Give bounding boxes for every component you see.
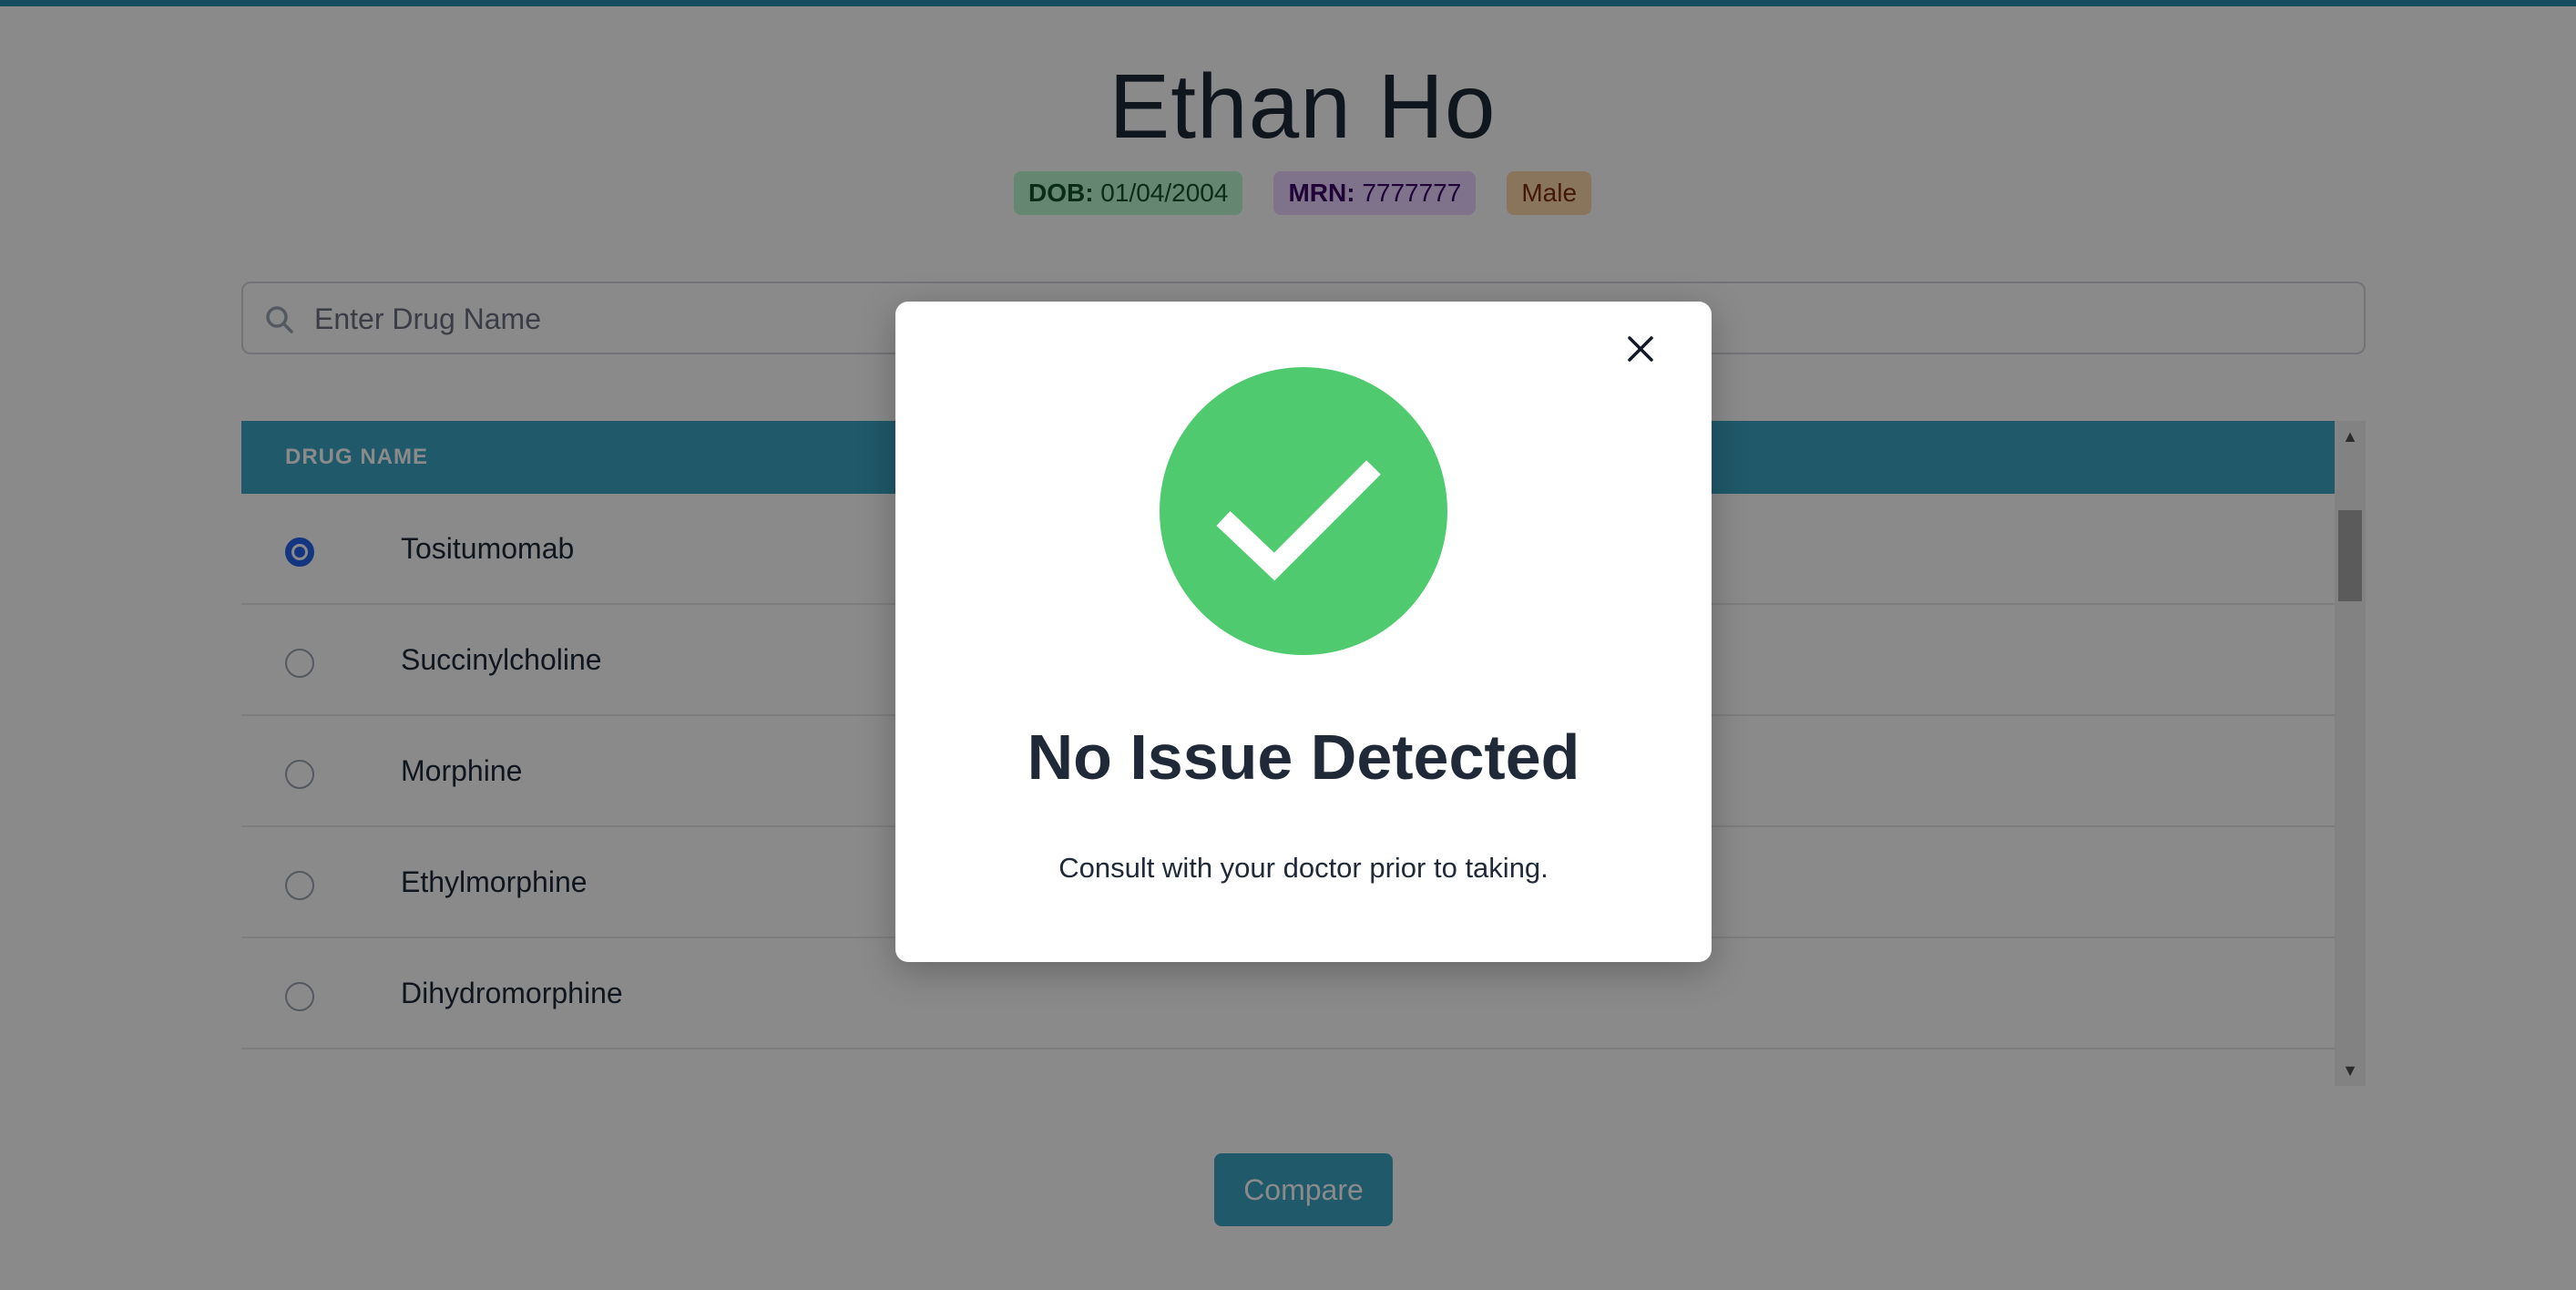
modal-message: Consult with your doctor prior to taking…: [1058, 852, 1549, 884]
modal-title: No Issue Detected: [1027, 722, 1580, 793]
close-icon[interactable]: [1620, 329, 1661, 369]
result-modal: No Issue Detected Consult with your doct…: [895, 302, 1712, 962]
check-circle-icon: [1160, 367, 1447, 655]
